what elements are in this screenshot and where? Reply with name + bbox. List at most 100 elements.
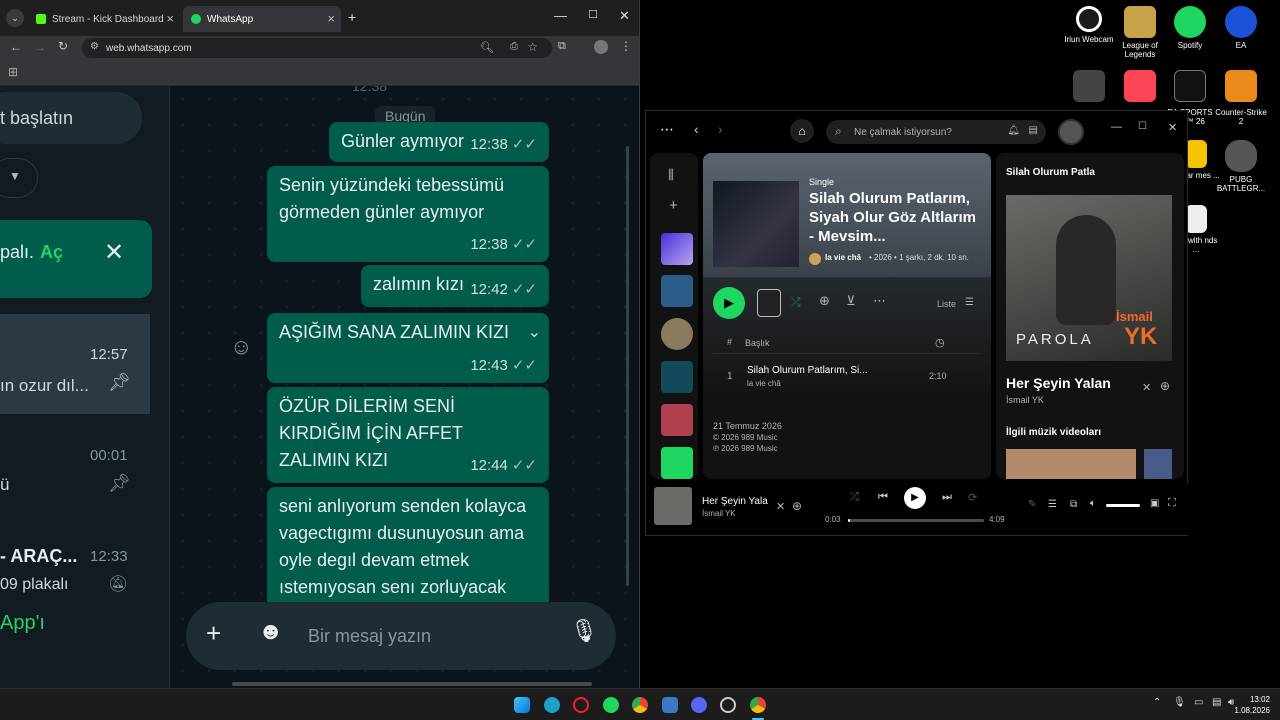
- now-playing-song[interactable]: Her Şeyin Yalan: [1006, 375, 1111, 391]
- mini-player-icon[interactable]: ▣: [1150, 498, 1159, 509]
- message-bubble[interactable]: Günler aymıyor 12:38 ✓✓: [329, 122, 549, 162]
- related-video-thumbnail[interactable]: [1006, 449, 1136, 479]
- volume-slider[interactable]: [1106, 504, 1140, 507]
- browse-icon[interactable]: ▤: [1029, 125, 1038, 136]
- desktop-icon-pubg[interactable]: PUBG BATTLEGR...: [1213, 140, 1269, 193]
- fullscreen-icon[interactable]: ⛶: [1168, 497, 1176, 510]
- minimize-button[interactable]: —: [1111, 121, 1122, 133]
- edge-icon[interactable]: [544, 697, 560, 713]
- add-plus-icon[interactable]: ⊕: [792, 499, 802, 513]
- minimize-button[interactable]: —: [554, 8, 567, 23]
- back-icon[interactable]: ←: [10, 40, 22, 54]
- message-bubble[interactable]: Senin yüzündeki tebessümü görmeden günle…: [267, 166, 549, 262]
- opera-icon[interactable]: [573, 697, 589, 713]
- settings-gear-icon[interactable]: [720, 697, 736, 713]
- site-info-icon[interactable]: ⚙: [90, 41, 99, 52]
- track-title[interactable]: Silah Olurum Patlarım, Si...: [747, 365, 868, 376]
- track-artist[interactable]: la vie châ: [747, 379, 781, 388]
- new-chat-hint[interactable]: t başlatın: [0, 92, 142, 144]
- desktop-icon-iriun[interactable]: Iriun Webcam: [1061, 6, 1117, 44]
- volume-icon[interactable]: 🔈︎: [1090, 498, 1096, 509]
- tab-whatsapp[interactable]: WhatsApp ×: [183, 6, 341, 32]
- close-window-button[interactable]: ✕: [619, 8, 630, 24]
- attach-plus-icon[interactable]: +: [206, 618, 221, 649]
- desktop-icon-cs2[interactable]: Counter-Strike 2: [1213, 70, 1269, 126]
- player-artist[interactable]: İsmail YK: [702, 509, 736, 518]
- desktop-icon-valorant[interactable]: [1112, 70, 1168, 105]
- tab-search-button[interactable]: ⌄: [6, 9, 24, 27]
- get-app-link[interactable]: App'ı: [0, 612, 45, 635]
- extensions-icon[interactable]: ⧉: [558, 40, 566, 53]
- forward-icon[interactable]: →: [34, 40, 46, 54]
- tab-kick[interactable]: Stream - Kick Dashboard ×: [28, 6, 180, 32]
- remove-icon[interactable]: ✕: [1142, 381, 1151, 394]
- related-video-thumbnail[interactable]: [1144, 449, 1172, 479]
- download-icon[interactable]: ⊻: [846, 293, 856, 309]
- remove-icon[interactable]: ✕: [776, 500, 785, 513]
- system-clock[interactable]: 13:02 1.08.2026: [1234, 694, 1270, 716]
- desktop-icon-spotify[interactable]: Spotify: [1162, 6, 1218, 50]
- spotify-icon[interactable]: [603, 697, 619, 713]
- lyrics-icon[interactable]: ✎: [1028, 499, 1036, 510]
- profile-avatar[interactable]: [594, 40, 608, 54]
- chrome-icon[interactable]: [632, 697, 648, 713]
- shuffle-icon[interactable]: ⤮: [850, 491, 859, 504]
- playlist-tile[interactable]: [661, 275, 693, 307]
- play-pause-button[interactable]: ▶: [904, 487, 926, 509]
- filter-dropdown[interactable]: ▼: [0, 158, 38, 198]
- playlist-tile[interactable]: [661, 361, 693, 393]
- previous-icon[interactable]: ⏮: [878, 491, 888, 504]
- network-icon[interactable]: ▤: [1212, 697, 1221, 708]
- connect-device-icon[interactable]: ⧉: [1070, 499, 1077, 510]
- add-plus-icon[interactable]: ⊕: [1160, 379, 1170, 393]
- mini-cover-thumbnail[interactable]: [757, 289, 781, 317]
- chat-list-item[interactable]: - ARAÇ... 12:33 09 plakalı 🔕︎: [0, 538, 150, 598]
- sticker-icon[interactable]: ☻: [258, 618, 283, 646]
- message-menu-chevron-icon[interactable]: ⌄: [521, 319, 541, 346]
- track-row[interactable]: 1 Silah Olurum Patlarım, Si... la vie ch…: [713, 359, 981, 395]
- more-options-icon[interactable]: ⋯: [873, 293, 886, 309]
- tab-close-icon[interactable]: ×: [166, 11, 174, 26]
- back-icon[interactable]: ‹: [694, 121, 699, 137]
- close-icon[interactable]: ✕: [104, 238, 124, 267]
- close-window-button[interactable]: ✕: [1168, 121, 1177, 134]
- shuffle-icon[interactable]: ⤮: [791, 295, 801, 310]
- display-icon[interactable]: ▭: [1194, 697, 1203, 708]
- desktop-icon-lol[interactable]: League of Legends: [1112, 6, 1168, 59]
- list-view-toggle[interactable]: Liste: [937, 299, 956, 309]
- volume-icon[interactable]: 🔊︎: [1228, 697, 1234, 708]
- progress-track[interactable]: [848, 519, 984, 522]
- player-song[interactable]: Her Şeyin Yala: [702, 496, 768, 507]
- reload-icon[interactable]: ↻: [58, 39, 68, 53]
- message-input[interactable]: Bir mesaj yazın: [308, 626, 431, 647]
- home-button[interactable]: ⌂: [790, 119, 814, 143]
- apps-grid-icon[interactable]: ⊞: [8, 65, 18, 79]
- start-windows-icon[interactable]: [514, 697, 530, 713]
- next-icon[interactable]: ⏭: [942, 491, 952, 504]
- bell-icon[interactable]: 🔔︎: [1007, 125, 1020, 136]
- desktop-icon-euro-truck[interactable]: [1061, 70, 1117, 105]
- message-bubble[interactable]: zalımın kızı 12:42 ✓✓: [361, 265, 549, 307]
- queue-icon[interactable]: ☰: [1048, 499, 1057, 510]
- microphone-icon[interactable]: 🎙︎: [570, 618, 598, 644]
- new-tab-button[interactable]: +: [348, 9, 356, 25]
- now-playing-artist[interactable]: İsmail YK: [1006, 395, 1044, 405]
- create-plus-icon[interactable]: +: [669, 197, 678, 214]
- maximize-button[interactable]: ☐: [1138, 121, 1147, 132]
- message-bubble[interactable]: ÖZÜR DİLERİM SENİ KIRDIĞIM İÇİN AFFET ZA…: [267, 387, 549, 483]
- spotify-menu-icon[interactable]: ⋯: [660, 121, 674, 138]
- tab-close-icon[interactable]: ×: [327, 11, 335, 26]
- spotify-search-input[interactable]: ⌕ Ne çalmak istiyorsun? 🔔︎ ▤: [826, 120, 1046, 144]
- menu-kebab-icon[interactable]: ⋮: [620, 39, 632, 53]
- chat-list-item[interactable]: 00:01 ü 📌︎: [0, 431, 150, 511]
- library-icon[interactable]: ⫼: [668, 167, 674, 183]
- horizontal-scrollbar[interactable]: [232, 682, 592, 686]
- album-artist[interactable]: la vie châ: [825, 253, 861, 262]
- message-bubble[interactable]: seni anlıyorum senden kolayca vagectıgım…: [267, 487, 549, 617]
- install-app-icon[interactable]: ⎙: [510, 41, 518, 52]
- app-icon[interactable]: [662, 697, 678, 713]
- scrollbar[interactable]: [626, 146, 629, 586]
- maximize-button[interactable]: ☐: [588, 8, 598, 21]
- add-plus-icon[interactable]: ⊕: [819, 293, 830, 309]
- tray-chevron-icon[interactable]: ⌃: [1153, 697, 1161, 708]
